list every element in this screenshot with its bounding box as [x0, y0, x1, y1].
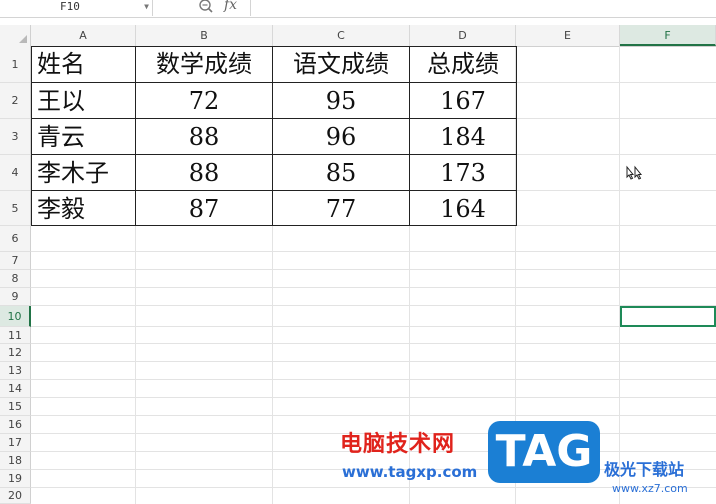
dropdown-arrow-icon[interactable]: ▼ — [144, 0, 149, 13]
cell-total[interactable]: 184 — [410, 119, 516, 154]
cell-name[interactable]: 青云 — [32, 119, 135, 154]
cursor-icon — [626, 165, 643, 180]
row-header-20[interactable]: 20 — [0, 488, 31, 504]
column-header-b[interactable]: B — [136, 25, 273, 46]
row-header-8[interactable]: 8 — [0, 270, 31, 288]
row-header-14[interactable]: 14 — [0, 380, 31, 398]
column-header-d[interactable]: D — [410, 25, 516, 46]
column-header-bar: A B C D E F — [0, 25, 716, 47]
active-cell-selection[interactable] — [620, 306, 716, 327]
cell-chinese[interactable]: 96 — [273, 119, 409, 154]
zoom-icon[interactable] — [197, 0, 215, 16]
row-header-3[interactable]: 3 — [0, 119, 31, 155]
row-header-16[interactable]: 16 — [0, 416, 31, 434]
name-box-value[interactable]: F10 — [60, 0, 80, 14]
cell-math[interactable]: 87 — [136, 191, 272, 225]
row-header-7[interactable]: 7 — [0, 252, 31, 270]
name-box[interactable]: F10 ▼ — [0, 0, 153, 16]
row-header-1[interactable]: 1 — [0, 46, 31, 83]
header-cell-total[interactable]: 总成绩 — [410, 46, 516, 82]
column-header-e[interactable]: E — [516, 25, 620, 46]
cell-name[interactable]: 王以 — [32, 83, 135, 118]
column-header-f[interactable]: F — [620, 25, 716, 46]
watermark-title: 电脑技术网 — [340, 432, 456, 457]
row-header-5[interactable]: 5 — [0, 191, 31, 226]
row-header-13[interactable]: 13 — [0, 362, 31, 380]
cell-chinese[interactable]: 85 — [273, 155, 409, 190]
cell-total[interactable]: 173 — [410, 155, 516, 190]
row-header-15[interactable]: 15 — [0, 398, 31, 416]
row-header-2[interactable]: 2 — [0, 83, 31, 119]
cell-chinese[interactable]: 95 — [273, 83, 409, 118]
cell-math[interactable]: 72 — [136, 83, 272, 118]
cell-name[interactable]: 李木子 — [32, 155, 135, 190]
row-header-11[interactable]: 11 — [0, 327, 31, 344]
row-header-10[interactable]: 10 — [0, 306, 31, 327]
cell-math[interactable]: 88 — [136, 119, 272, 154]
header-cell-name[interactable]: 姓名 — [32, 46, 135, 82]
row-header-19[interactable]: 19 — [0, 470, 31, 488]
watermark-url: www.tagxp.com — [342, 463, 478, 481]
select-all-icon[interactable] — [0, 25, 31, 46]
watermark-tag-logo: TAG — [488, 421, 600, 483]
row-header-6[interactable]: 6 — [0, 226, 31, 252]
column-header-a[interactable]: A — [31, 25, 136, 46]
row-header-18[interactable]: 18 — [0, 452, 31, 470]
row-header-17[interactable]: 17 — [0, 434, 31, 452]
cell-chinese[interactable]: 77 — [273, 191, 409, 225]
header-cell-math[interactable]: 数学成绩 — [136, 46, 272, 82]
cell-total[interactable]: 167 — [410, 83, 516, 118]
cell-math[interactable]: 88 — [136, 155, 272, 190]
fx-icon[interactable]: fx — [224, 0, 237, 13]
row-header-4[interactable]: 4 — [0, 155, 31, 191]
column-header-c[interactable]: C — [273, 25, 410, 46]
cell-total[interactable]: 164 — [410, 191, 516, 225]
row-header-9[interactable]: 9 — [0, 288, 31, 306]
watermark-site-url: www.xz7.com — [612, 482, 688, 495]
cell-name[interactable]: 李毅 — [32, 191, 135, 225]
formula-bar: F10 ▼ fx — [0, 0, 716, 18]
watermark-site: 极光下载站 — [604, 460, 685, 479]
formula-input[interactable] — [250, 0, 716, 16]
row-header-12[interactable]: 12 — [0, 344, 31, 362]
header-cell-chinese[interactable]: 语文成绩 — [273, 46, 409, 82]
